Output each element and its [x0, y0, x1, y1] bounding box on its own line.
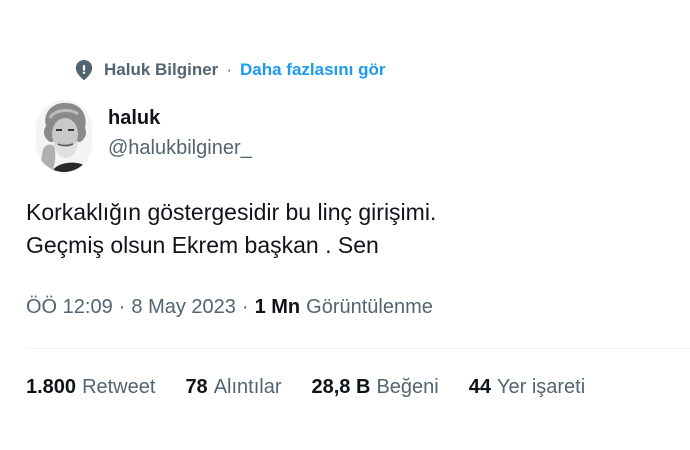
meta-separator: ·	[118, 296, 126, 318]
tweet-author: haluk @halukbilginer_	[36, 100, 252, 172]
tweet-text: Korkaklığın göstergesidir bu linç girişi…	[26, 196, 436, 262]
tweet-date[interactable]: 8 May 2023	[131, 296, 236, 319]
tweet-text-line: Geçmiş olsun Ekrem başkan . Sen	[26, 232, 379, 258]
stat-likes[interactable]: 28,8 B Beğeni	[312, 376, 439, 399]
stat-label: Yer işareti	[496, 376, 586, 398]
stat-count: 78	[185, 376, 208, 398]
stat-quotes[interactable]: 78 Alıntılar	[185, 376, 281, 399]
stat-count: 28,8 B	[311, 376, 371, 398]
views-label: Görüntülenme	[306, 296, 433, 318]
stat-label: Alıntılar	[213, 376, 282, 398]
divider	[26, 348, 690, 349]
stat-label: Retweet	[82, 376, 156, 398]
views-count: 1 Mn	[254, 296, 301, 318]
context-separator: ·	[226, 60, 232, 79]
see-more-link[interactable]: Daha fazlasını gör	[240, 60, 385, 80]
stat-label: Beğeni	[376, 376, 439, 398]
stat-count: 1.800	[26, 376, 77, 398]
stat-bookmarks[interactable]: 44 Yer işareti	[469, 376, 585, 399]
tweet-meta: ÖÖ 12:09 · 8 May 2023 · 1 Mn Görüntülenm…	[26, 296, 433, 319]
location-pin-icon	[74, 60, 94, 80]
author-names: haluk @halukbilginer_	[108, 100, 252, 172]
tweet-text-line: Korkaklığın göstergesidir bu linç girişi…	[26, 199, 437, 225]
engagement-stats: 1.800 Retweet 78 Alıntılar 28,8 B Beğeni…	[26, 376, 585, 399]
meta-separator: ·	[241, 296, 249, 318]
author-handle[interactable]: @halukbilginer_	[108, 136, 252, 160]
tweet-time[interactable]: ÖÖ 12:09	[26, 296, 113, 319]
context-header: Haluk Bilginer · Daha fazlasını gör	[74, 58, 385, 82]
author-display-name[interactable]: haluk	[108, 106, 252, 130]
context-author-name[interactable]: Haluk Bilginer	[104, 60, 218, 80]
stat-count: 44	[468, 376, 491, 398]
stat-retweets[interactable]: 1.800 Retweet	[26, 376, 155, 399]
avatar[interactable]	[36, 100, 92, 172]
